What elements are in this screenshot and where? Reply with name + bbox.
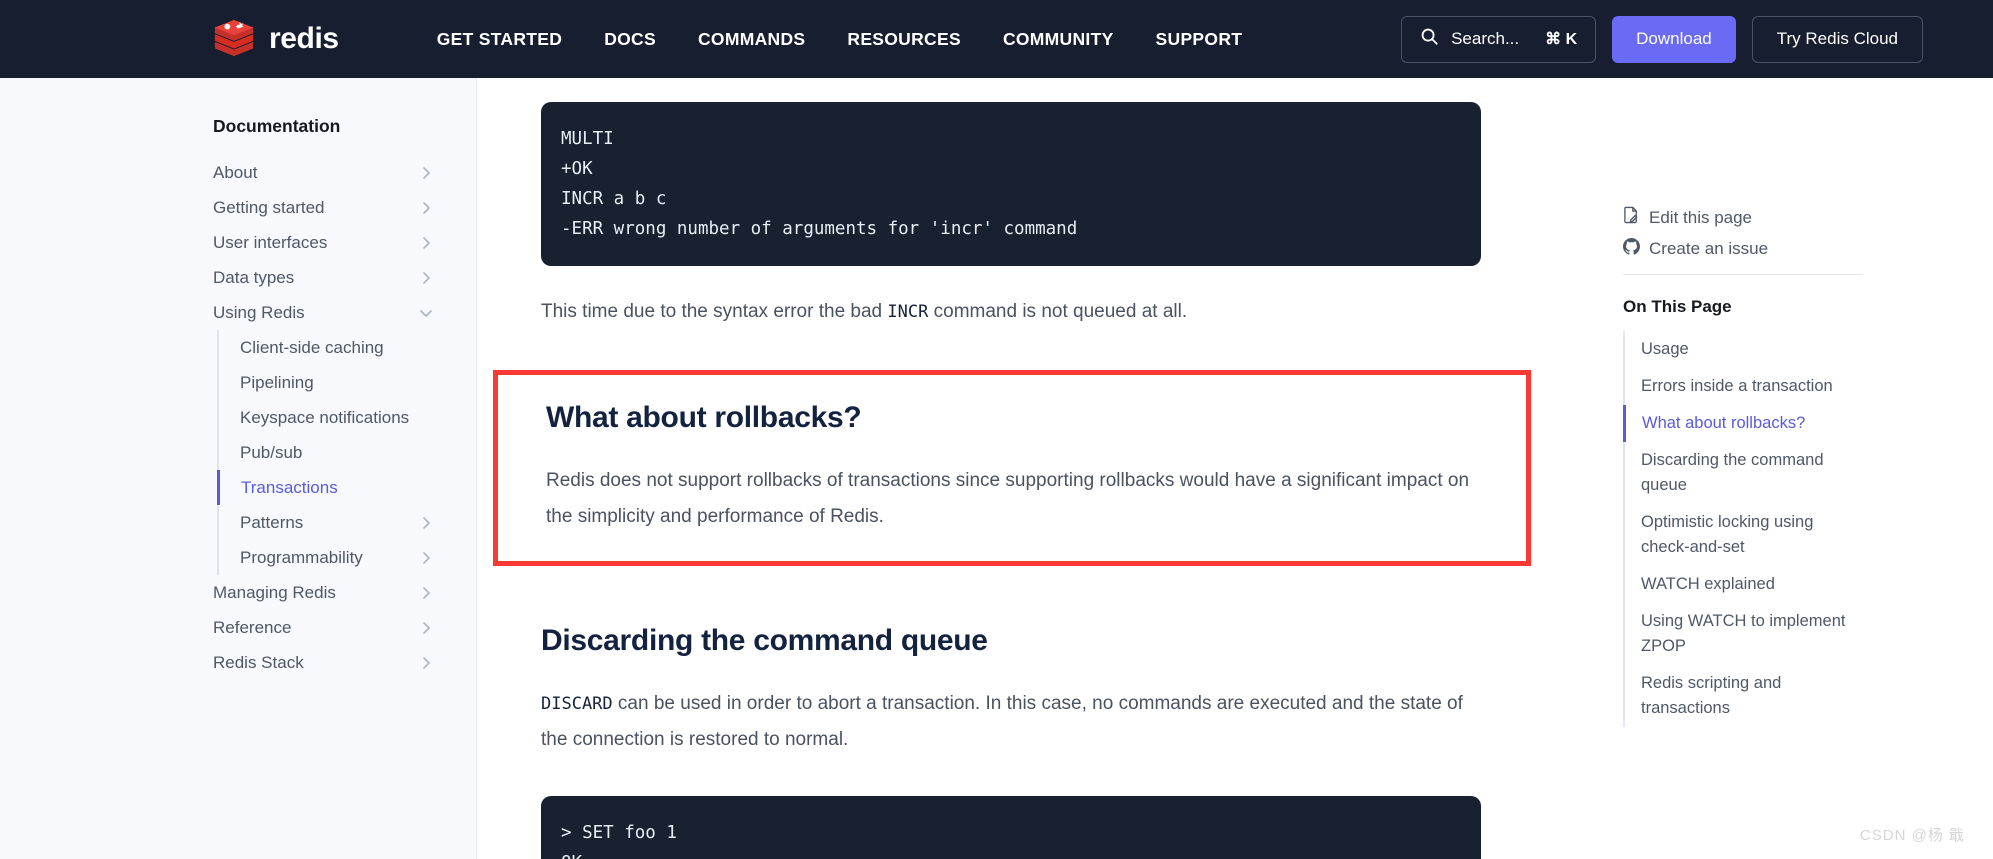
- toc-item-usage[interactable]: Usage: [1623, 331, 1863, 368]
- nav-resources[interactable]: RESOURCES: [847, 29, 961, 50]
- nav-support[interactable]: SUPPORT: [1156, 29, 1243, 50]
- code-block-multi-incr: MULTI +OK INCR a b c -ERR wrong number o…: [541, 102, 1481, 266]
- create-an-issue-label: Create an issue: [1649, 239, 1769, 258]
- sidebar-subitem-label: Keyspace notifications: [240, 407, 410, 427]
- sidebar-item-reference[interactable]: Reference: [0, 610, 476, 645]
- create-an-issue-link[interactable]: Create an issue: [1623, 238, 1863, 260]
- toc-item-errors-inside-a-transaction[interactable]: Errors inside a transaction: [1623, 368, 1863, 405]
- paragraph-discard-text: can be used in order to abort a transact…: [541, 693, 1463, 750]
- sidebar-item-programmability[interactable]: Programmability: [217, 540, 476, 575]
- chevron-right-icon: [418, 165, 434, 181]
- sidebar-subitem-label: Programmability: [240, 547, 363, 567]
- toc-item-optimistic-locking[interactable]: Optimistic locking using check-and-set: [1623, 504, 1863, 566]
- sidebar-subitem-label: Patterns: [240, 512, 304, 532]
- sidebar-item-label: Reference: [213, 617, 292, 637]
- edit-this-page-link[interactable]: Edit this page: [1623, 206, 1863, 229]
- brand-name: redis: [269, 22, 339, 55]
- on-this-page-title: On This Page: [1623, 297, 1732, 316]
- site-header: redis GET STARTED DOCS COMMANDS RESOURCE…: [0, 0, 1993, 78]
- sidebar-subitem-label: Pipelining: [240, 372, 314, 392]
- toc-item-redis-scripting-and-transactions[interactable]: Redis scripting and transactions: [1623, 665, 1863, 727]
- paragraph-rollbacks: Redis does not support rollbacks of tran…: [546, 470, 1470, 527]
- heading-what-about-rollbacks: What about rollbacks?: [546, 401, 862, 434]
- sidebar-item-pub-sub[interactable]: Pub/sub: [217, 435, 476, 470]
- inline-code-incr: INCR: [887, 302, 929, 322]
- sidebar-item-managing-redis[interactable]: Managing Redis: [0, 575, 476, 610]
- sidebar-subitem-label: Pub/sub: [240, 442, 303, 462]
- sidebar-item-data-types[interactable]: Data types: [0, 260, 476, 295]
- paragraph-text-before: This time due to the syntax error the ba…: [541, 301, 888, 322]
- sidebar-item-transactions[interactable]: Transactions: [217, 470, 476, 505]
- edit-document-icon: [1623, 206, 1640, 229]
- chevron-right-icon: [418, 515, 434, 531]
- nav-docs[interactable]: DOCS: [604, 29, 656, 50]
- sidebar-subitem-label: Client-side caching: [240, 337, 384, 357]
- sidebar-item-redis-stack[interactable]: Redis Stack: [0, 645, 476, 680]
- search-button[interactable]: Search... ⌘ K: [1401, 15, 1597, 63]
- toc-item-watch-explained[interactable]: WATCH explained: [1623, 566, 1863, 603]
- table-of-contents: Usage Errors inside a transaction What a…: [1623, 331, 1863, 727]
- sidebar-item-patterns[interactable]: Patterns: [217, 505, 476, 540]
- main-content: MULTI +OK INCR a b c -ERR wrong number o…: [477, 78, 1623, 859]
- redis-logo-icon: [213, 17, 255, 61]
- highlighted-section-rollbacks: What about rollbacks? Redis does not sup…: [493, 370, 1531, 566]
- sidebar-item-client-side-caching[interactable]: Client-side caching: [217, 330, 476, 365]
- sidebar-item-label: Data types: [213, 267, 295, 287]
- download-button[interactable]: Download: [1612, 15, 1736, 63]
- sidebar-item-using-redis[interactable]: Using Redis: [0, 295, 476, 330]
- section-discarding-command-queue: Discarding the command queue DISCARD can…: [541, 624, 1481, 758]
- search-shortcut-hint: ⌘ K: [1545, 31, 1578, 48]
- chevron-down-icon: [418, 305, 434, 321]
- chevron-right-icon: [418, 200, 434, 216]
- sidebar-item-pipelining[interactable]: Pipelining: [217, 365, 476, 400]
- primary-navigation: GET STARTED DOCS COMMANDS RESOURCES COMM…: [437, 29, 1243, 50]
- sidebar-item-label: Redis Stack: [213, 652, 304, 672]
- sidebar-item-user-interfaces[interactable]: User interfaces: [0, 225, 476, 260]
- try-redis-cloud-button[interactable]: Try Redis Cloud: [1751, 15, 1923, 63]
- page-body: Documentation About Getting started User…: [0, 78, 1993, 859]
- nav-get-started[interactable]: GET STARTED: [437, 29, 562, 50]
- search-icon: [1420, 27, 1439, 51]
- chevron-right-icon: [418, 585, 434, 601]
- sidebar-item-getting-started[interactable]: Getting started: [0, 190, 476, 225]
- sidebar-heading: Documentation: [213, 116, 341, 136]
- on-this-page-sidebar: Edit this page Create an issue On This P…: [1623, 78, 1923, 859]
- docs-sidebar: Documentation About Getting started User…: [0, 78, 477, 859]
- chevron-right-icon: [418, 550, 434, 566]
- sidebar-item-label: Getting started: [213, 197, 325, 217]
- chevron-right-icon: [418, 235, 434, 251]
- toc-item-what-about-rollbacks[interactable]: What about rollbacks?: [1623, 405, 1863, 442]
- code-block-set-foo-multi: > SET foo 1 OK > MULTI: [541, 796, 1481, 859]
- sidebar-subitems-using-redis: Client-side caching Pipelining Keyspace …: [217, 330, 476, 575]
- chevron-right-icon: [418, 270, 434, 286]
- toc-item-using-watch-to-implement-zpop[interactable]: Using WATCH to implement ZPOP: [1623, 603, 1863, 665]
- sidebar-item-label: Managing Redis: [213, 582, 336, 602]
- redis-logo-link[interactable]: redis: [213, 17, 339, 61]
- github-icon: [1623, 238, 1640, 260]
- header-actions: Search... ⌘ K Download Try Redis Cloud: [1401, 15, 1923, 63]
- sidebar-item-label: Using Redis: [213, 302, 305, 322]
- sidebar-subitem-label: Transactions: [241, 477, 338, 497]
- nav-community[interactable]: COMMUNITY: [1003, 29, 1114, 50]
- paragraph-text-after: command is not queued at all.: [928, 301, 1188, 322]
- heading-discarding-the-command-queue: Discarding the command queue: [541, 624, 988, 657]
- search-placeholder-label: Search...: [1451, 29, 1520, 48]
- chevron-right-icon: [418, 620, 434, 636]
- sidebar-item-label: User interfaces: [213, 232, 328, 252]
- chevron-right-icon: [418, 655, 434, 671]
- sidebar-item-keyspace-notifications[interactable]: Keyspace notifications: [217, 400, 476, 435]
- sidebar-item-about[interactable]: About: [0, 155, 476, 190]
- inline-code-discard: DISCARD: [541, 694, 613, 714]
- sidebar-divider: [1623, 274, 1863, 275]
- paragraph-syntax-error: This time due to the syntax error the ba…: [541, 294, 1481, 330]
- paragraph-discard: DISCARD can be used in order to abort a …: [541, 686, 1481, 758]
- nav-commands[interactable]: COMMANDS: [698, 29, 805, 50]
- toc-item-discarding-the-command-queue[interactable]: Discarding the command queue: [1623, 442, 1863, 504]
- content-column: MULTI +OK INCR a b c -ERR wrong number o…: [493, 102, 1531, 859]
- edit-this-page-label: Edit this page: [1649, 207, 1753, 227]
- sidebar-item-label: About: [213, 162, 258, 182]
